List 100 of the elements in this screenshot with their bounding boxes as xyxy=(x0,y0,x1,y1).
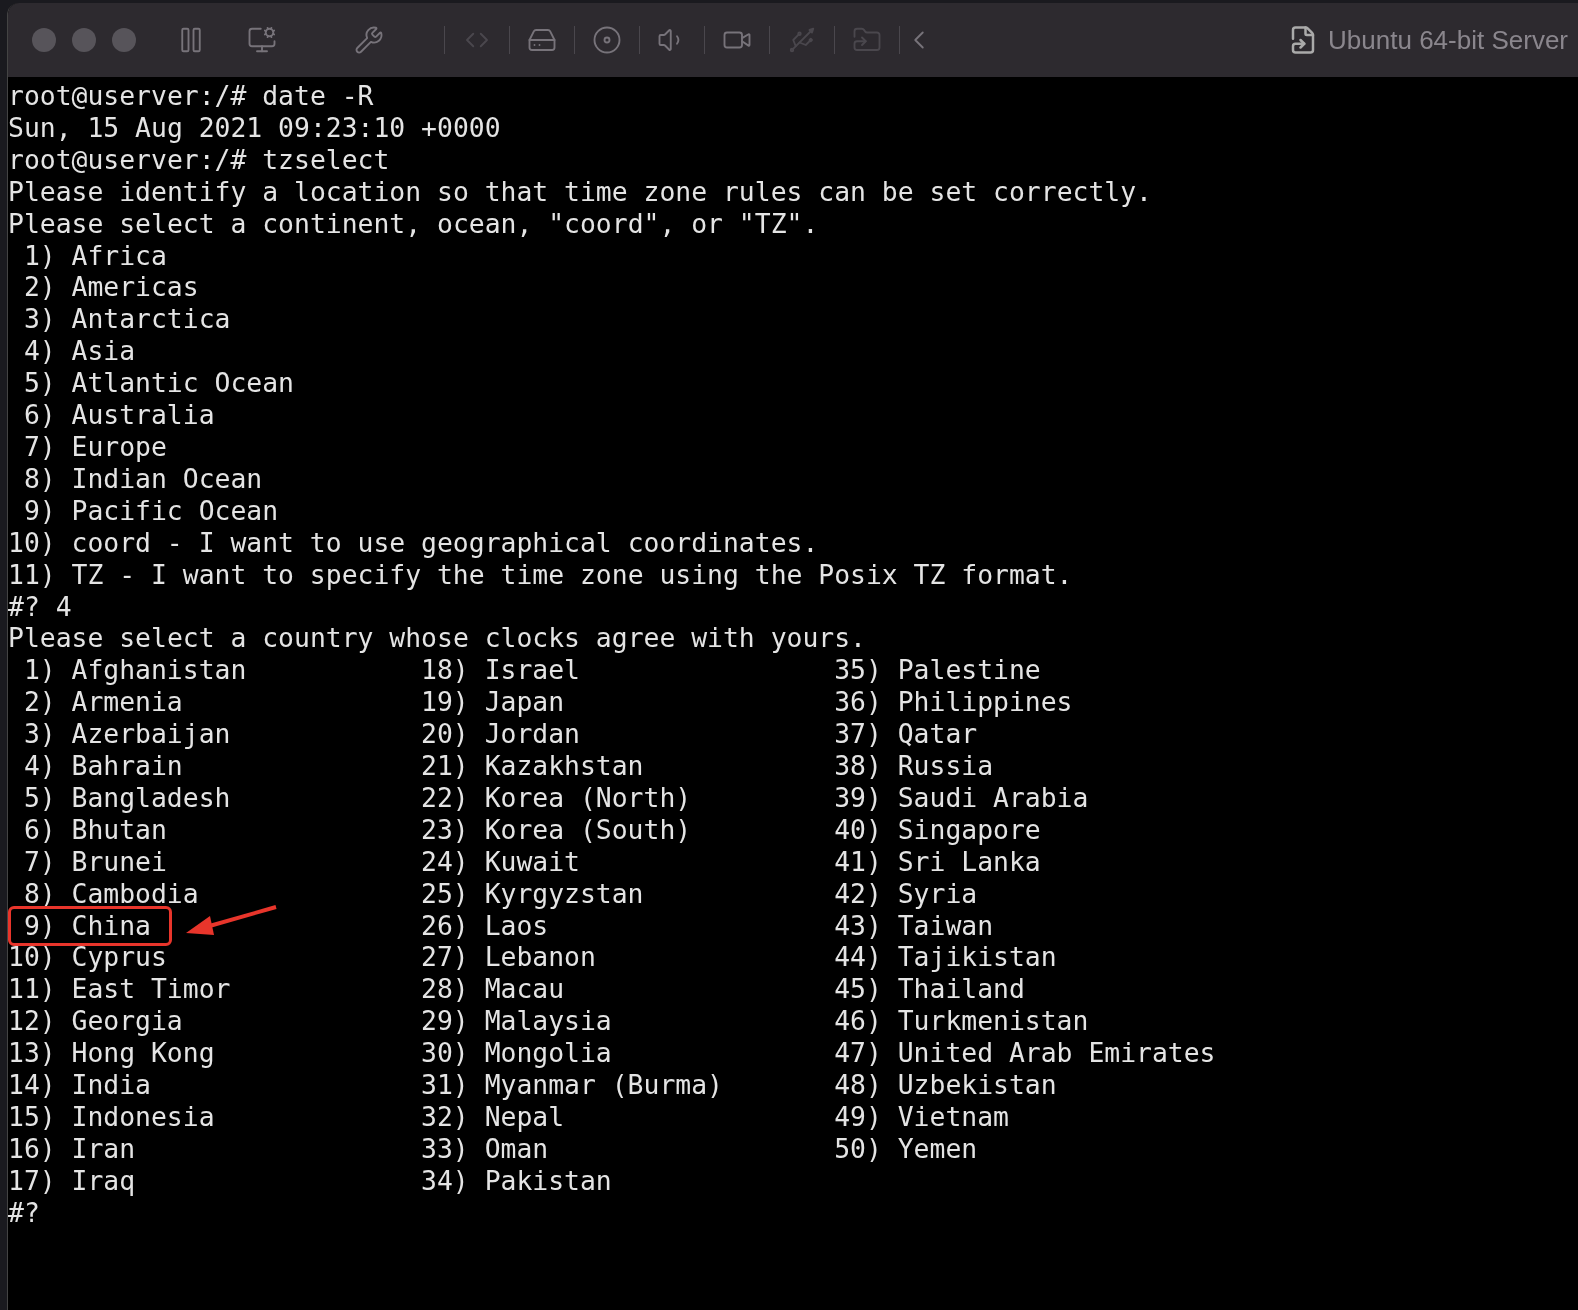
option-number: 26) xyxy=(421,909,469,942)
option-number: 10) xyxy=(8,941,56,974)
option-name: Qatar xyxy=(897,718,978,751)
option-number: 8) xyxy=(22,462,56,495)
option-number: 23) xyxy=(421,813,469,846)
option-number: 15) xyxy=(8,1101,56,1133)
option-name: Thailand xyxy=(897,973,1025,1006)
option-number: 16) xyxy=(8,1132,56,1165)
option-name: East Timor xyxy=(71,973,231,1006)
option-name: Macau xyxy=(484,973,565,1006)
option-number: 28) xyxy=(421,973,469,1006)
option-number: 36) xyxy=(834,686,882,719)
option-number: 4) xyxy=(22,335,56,368)
option-name: Hong Kong xyxy=(71,1037,215,1070)
option-name: Americas xyxy=(71,271,199,304)
option-number: 45) xyxy=(834,973,882,1006)
option-number: 10) xyxy=(8,526,56,559)
option-number: 9) xyxy=(22,494,56,527)
option-number: 11) xyxy=(8,558,56,591)
option-name: Yemen xyxy=(897,1132,978,1165)
option-number: 44) xyxy=(834,941,882,974)
option-number: 38) xyxy=(834,750,882,782)
option-name: Atlantic Ocean xyxy=(71,367,294,400)
option-number: 35) xyxy=(834,654,882,687)
option-name: Kazakhstan xyxy=(484,750,644,782)
option-name: Cyprus xyxy=(71,941,167,974)
option-number: 19) xyxy=(421,686,469,719)
option-number: 39) xyxy=(834,781,882,814)
option-name: Kyrgyzstan xyxy=(484,877,644,910)
option-name: Russia xyxy=(897,750,994,782)
option-number: 3) xyxy=(22,303,56,336)
option-number: 34) xyxy=(421,1164,469,1197)
option-number: 21) xyxy=(421,750,469,782)
option-name: Armenia xyxy=(71,686,183,719)
option-number: 6) xyxy=(22,399,56,431)
option-name: Asia xyxy=(71,335,136,368)
option-name: Europe xyxy=(71,430,167,463)
option-name: Malaysia xyxy=(484,1005,612,1038)
terminal-line: root@userver:/# tzselect xyxy=(8,143,390,175)
option-number: 41) xyxy=(834,845,882,878)
option-number: 48) xyxy=(834,1069,882,1101)
option-number: 5) xyxy=(22,367,56,400)
option-name: Africa xyxy=(71,239,167,272)
option-name: Oman xyxy=(484,1132,549,1165)
option-number: 14) xyxy=(8,1069,56,1101)
option-name: Israel xyxy=(484,654,580,687)
option-name: Bangladesh xyxy=(71,781,231,814)
zoom-button[interactable] xyxy=(112,28,136,52)
option-name: Iran xyxy=(71,1132,136,1165)
option-number: 37) xyxy=(834,718,882,751)
option-name: Kuwait xyxy=(484,845,580,878)
option-name: Sri Lanka xyxy=(897,845,1041,878)
option-number: 9) xyxy=(22,909,56,942)
option-name: Taiwan xyxy=(897,909,994,942)
minimize-button[interactable] xyxy=(72,28,96,52)
option-number: 7) xyxy=(22,845,56,878)
option-number: 8) xyxy=(22,877,56,910)
option-name: TZ - I want to specify the time zone using the Posix TZ format. xyxy=(71,558,1073,591)
option-number: 43) xyxy=(834,909,882,942)
option-name: Pacific Ocean xyxy=(71,494,279,527)
option-number: 42) xyxy=(834,877,882,910)
option-name: Syria xyxy=(897,877,978,910)
option-number: 20) xyxy=(421,718,469,751)
terminal-line: #? xyxy=(8,1196,40,1228)
option-number: 49) xyxy=(834,1101,882,1133)
option-number: 50) xyxy=(834,1132,882,1165)
option-name: Turkmenistan xyxy=(897,1005,1089,1038)
wrench-icon[interactable] xyxy=(354,25,384,55)
option-number: 40) xyxy=(834,813,882,846)
option-name: Iraq xyxy=(71,1164,136,1197)
option-name: Uzbekistan xyxy=(897,1069,1057,1101)
option-number: 25) xyxy=(421,877,469,910)
option-number: 2) xyxy=(22,686,56,719)
option-name: Georgia xyxy=(71,1005,183,1038)
close-button[interactable] xyxy=(32,28,56,52)
option-name: Philippines xyxy=(897,686,1073,719)
option-name: Indonesia xyxy=(71,1101,215,1133)
option-name: Japan xyxy=(484,686,565,719)
disc-icon[interactable] xyxy=(592,25,622,55)
option-name: Cambodia xyxy=(71,877,199,910)
option-number: 32) xyxy=(421,1101,469,1133)
terminal-line: Sun, 15 Aug 2021 09:23:10 +0000 xyxy=(8,111,501,143)
option-name: Australia xyxy=(71,399,215,431)
option-name: Antarctica xyxy=(71,303,231,336)
option-name: Brunei xyxy=(71,845,167,878)
option-name: Jordan xyxy=(484,718,580,751)
option-number: 1) xyxy=(22,239,56,272)
option-number: 3) xyxy=(22,718,56,751)
option-name: Afghanistan xyxy=(71,654,247,687)
terminal-line: root@userver:/# date -R xyxy=(8,80,374,111)
option-number: 30) xyxy=(421,1037,469,1070)
option-number: 12) xyxy=(8,1005,56,1038)
option-number: 33) xyxy=(421,1132,469,1165)
terminal-line: Please identify a location so that time zone rules can be set correctly. xyxy=(8,175,1152,207)
option-number: 31) xyxy=(421,1069,469,1101)
option-name: Nepal xyxy=(484,1101,565,1133)
option-number: 47) xyxy=(834,1037,882,1070)
option-number: 29) xyxy=(421,1005,469,1038)
option-number: 4) xyxy=(22,750,56,782)
option-number: 7) xyxy=(22,430,56,463)
